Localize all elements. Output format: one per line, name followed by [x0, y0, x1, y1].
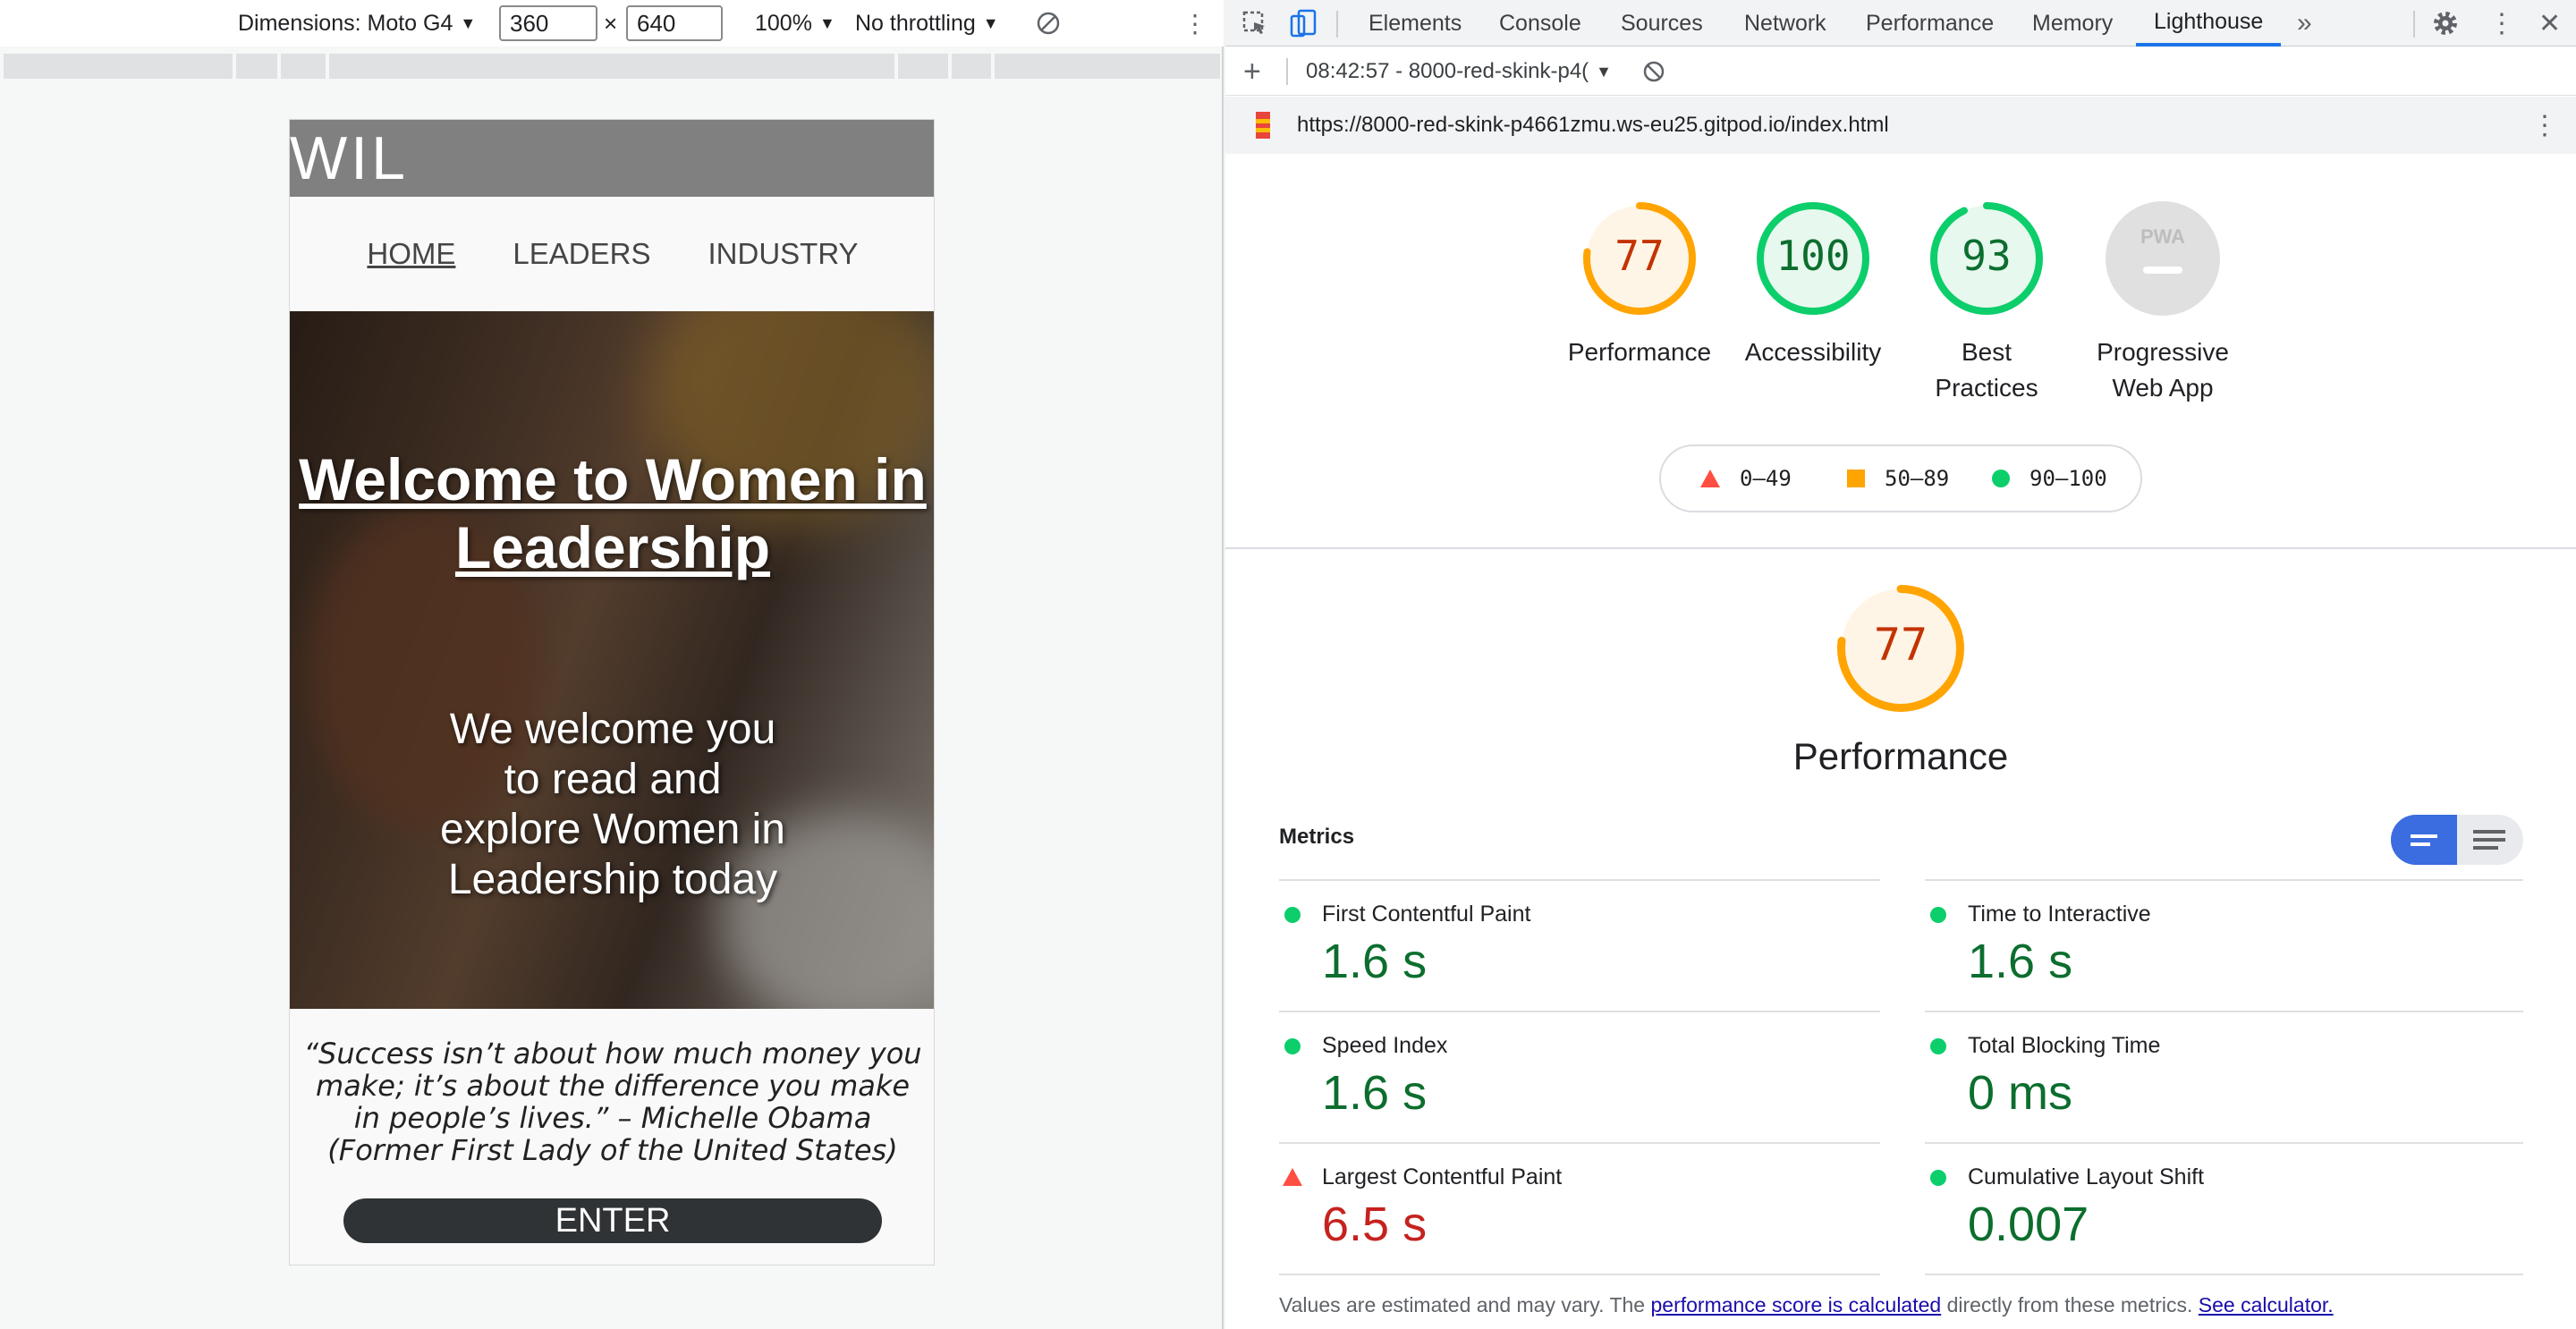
short-lines-icon: [2411, 834, 2437, 846]
report-url-bar: https://8000-red-skink-p4661zmu.ws-eu25.…: [1225, 97, 2576, 154]
circle-icon: [1992, 470, 2010, 487]
enter-button[interactable]: ENTER: [343, 1198, 882, 1243]
caret-down-icon: ▼: [460, 13, 477, 32]
pass-dot-icon: [1930, 907, 1946, 923]
hero-subtitle: We welcome you to read and explore Women…: [440, 706, 785, 903]
long-lines-icon: [2473, 830, 2505, 850]
legend-pass: 90–100: [1992, 446, 2107, 511]
report-selector-label: 08:42:57 - 8000-red-skink-p4(: [1306, 59, 1589, 83]
caret-down-icon: ▼: [818, 13, 835, 32]
score-legend: 0–49 50–89 90–100: [1659, 444, 2142, 512]
tab-network[interactable]: Network: [1744, 0, 1826, 47]
quote-text: “Success isn’t about how much money you …: [303, 1037, 922, 1167]
clear-reports-icon[interactable]: [1642, 47, 1665, 96]
site-nav: HOME LEADERS INDUSTRY: [290, 197, 934, 311]
mobile-viewport: WIL HOME LEADERS INDUSTRY Welcome to Wom…: [289, 119, 935, 1266]
performance-section-score: 77: [1873, 619, 1928, 671]
device-dimensions-label: Dimensions: Moto G4: [238, 10, 453, 36]
pass-dot-icon: [1930, 1170, 1946, 1186]
see-calculator-link[interactable]: See calculator.: [2199, 1293, 2334, 1316]
triangle-icon: [1700, 470, 1720, 487]
site-header: WIL: [290, 120, 934, 197]
report-selector-dropdown[interactable]: 08:42:57 - 8000-red-skink-p4( ▼: [1306, 47, 1612, 96]
gauge-best-practices[interactable]: 93 Best Practices: [1928, 200, 2045, 402]
gauge-performance[interactable]: 77 Performance: [1568, 200, 1711, 379]
tab-memory[interactable]: Memory: [2032, 0, 2113, 47]
devtools-tab-bar: Elements Console Sources Network Perform…: [1225, 0, 2576, 47]
metrics-title: Metrics: [1279, 825, 1355, 849]
square-icon: [1847, 470, 1865, 487]
gauge-pwa[interactable]: PWA Progressive Web App: [2097, 200, 2229, 402]
device-emulation-pane: Dimensions: Moto G4 ▼ 360 × 640 100% ▼ N…: [0, 0, 1224, 1329]
summary-view-button[interactable]: [2391, 815, 2457, 865]
device-toolbar: Dimensions: Moto G4 ▼ 360 × 640 100% ▼ N…: [0, 0, 1224, 47]
hero-title[interactable]: Welcome to Women in Leadership: [290, 445, 934, 581]
new-report-icon[interactable]: +: [1243, 47, 1261, 96]
metrics-view-toggle[interactable]: [2391, 815, 2523, 865]
throttling-dropdown[interactable]: No throttling ▼: [855, 0, 999, 47]
report-url[interactable]: https://8000-red-skink-p4661zmu.ws-eu25.…: [1297, 97, 1889, 154]
gauge-best-practices-score: 93: [1962, 232, 2012, 280]
nav-leaders[interactable]: LEADERS: [513, 237, 650, 271]
score-calculated-link[interactable]: performance score is calculated: [1650, 1293, 1941, 1316]
performance-section-title: Performance: [1792, 735, 2009, 777]
gauge-performance-label: Performance: [1567, 338, 1712, 366]
throttling-value: No throttling: [855, 10, 976, 36]
devtools-panel: Elements Console Sources Network Perform…: [1225, 0, 2576, 1329]
performance-section-gauge[interactable]: 77: [1835, 583, 1966, 714]
fail-triangle-icon: [1283, 1168, 1302, 1186]
pass-dot-icon: [1930, 1038, 1946, 1054]
device-width-input[interactable]: 360: [499, 5, 597, 41]
lighthouse-logo-icon: [1250, 97, 1275, 154]
tab-console[interactable]: Console: [1499, 0, 1581, 47]
caret-down-icon: ▼: [982, 13, 999, 32]
gauge-accessibility[interactable]: 100 Accessibility: [1745, 200, 1881, 379]
media-query-ruler[interactable]: [0, 50, 1224, 80]
metrics-footnote: Values are estimated and may vary. The p…: [1279, 1293, 2334, 1316]
site-logo[interactable]: WIL: [290, 120, 409, 197]
tab-lighthouse[interactable]: Lighthouse: [2136, 0, 2282, 47]
nav-industry[interactable]: INDUSTRY: [708, 237, 858, 271]
pass-dot-icon: [1284, 907, 1301, 923]
zoom-dropdown[interactable]: 100% ▼: [755, 0, 835, 47]
pass-dot-icon: [1284, 1038, 1301, 1054]
device-toolbar-icon[interactable]: [1290, 0, 1317, 47]
tab-sources[interactable]: Sources: [1621, 0, 1703, 47]
gauge-best-practices-label: Best Practices: [1935, 338, 2038, 402]
detail-view-button[interactable]: [2457, 815, 2523, 865]
pwa-badge-icon: [2106, 201, 2220, 316]
gauge-accessibility-label: Accessibility: [1744, 338, 1882, 366]
devtools-menu-icon[interactable]: ⋮: [2488, 0, 2515, 47]
settings-gear-icon[interactable]: [2431, 0, 2460, 47]
rotate-icon[interactable]: [1036, 0, 1061, 47]
gauge-pwa-label: Progressive Web App: [2097, 338, 2229, 402]
lighthouse-toolbar: + 08:42:57 - 8000-red-skink-p4( ▼: [1225, 47, 2576, 96]
more-options-icon[interactable]: ⋮: [1182, 0, 1208, 47]
hero-section: Welcome to Women in Leadership We welcom…: [290, 311, 934, 1009]
inspect-element-icon[interactable]: [1241, 0, 1268, 47]
zoom-value: 100%: [755, 10, 812, 36]
more-tabs-icon[interactable]: »: [2297, 0, 2312, 47]
legend-fail: 0–49: [1700, 446, 1792, 511]
device-dimensions-dropdown[interactable]: Dimensions: Moto G4 ▼: [238, 0, 476, 47]
tab-elements[interactable]: Elements: [1368, 0, 1462, 47]
device-height-input[interactable]: 640: [626, 5, 723, 41]
caret-down-icon: ▼: [1596, 62, 1612, 80]
legend-average: 50–89: [1847, 446, 1949, 511]
tab-performance[interactable]: Performance: [1866, 0, 1994, 47]
gauge-performance-score: 77: [1614, 232, 1665, 280]
close-icon[interactable]: ✕: [2538, 0, 2561, 47]
times-label: ×: [604, 9, 618, 37]
nav-home[interactable]: HOME: [367, 237, 455, 271]
report-menu-icon[interactable]: ⋮: [2531, 97, 2558, 154]
pwa-badge-text: PWA: [2140, 225, 2186, 248]
gauge-accessibility-score: 100: [1775, 232, 1851, 280]
